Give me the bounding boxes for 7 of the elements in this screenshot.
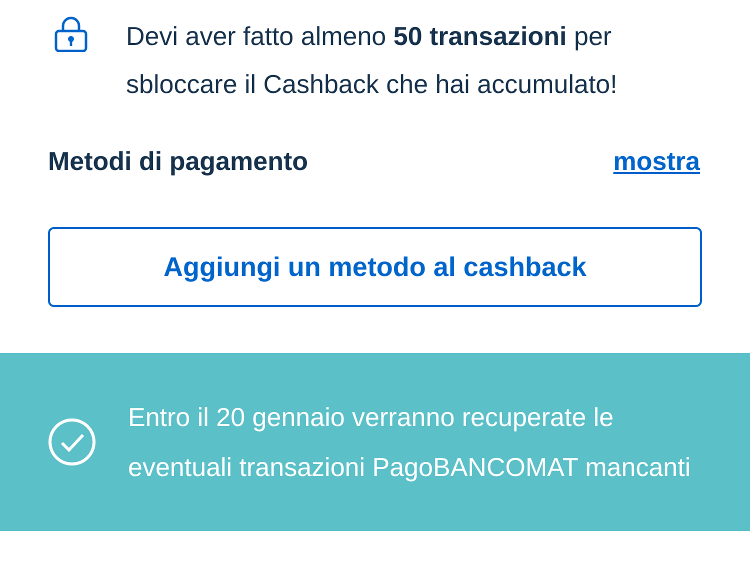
notice-text: Devi aver fatto almeno 50 transazioni per sbloccare il Cashback che hai accumulato! bbox=[126, 20, 618, 101]
lock-icon bbox=[54, 16, 88, 52]
show-link[interactable]: mostra bbox=[613, 146, 700, 177]
banner-text: Entro il 20 gennaio verranno recuperate le eventuali transazioni PagoBANCOMAT mancanti bbox=[128, 401, 692, 484]
check-circle-icon bbox=[48, 418, 96, 466]
add-method-button[interactable]: Aggiungi un metodo al cashback bbox=[48, 227, 702, 307]
section-title: Metodi di pagamento bbox=[48, 146, 308, 177]
